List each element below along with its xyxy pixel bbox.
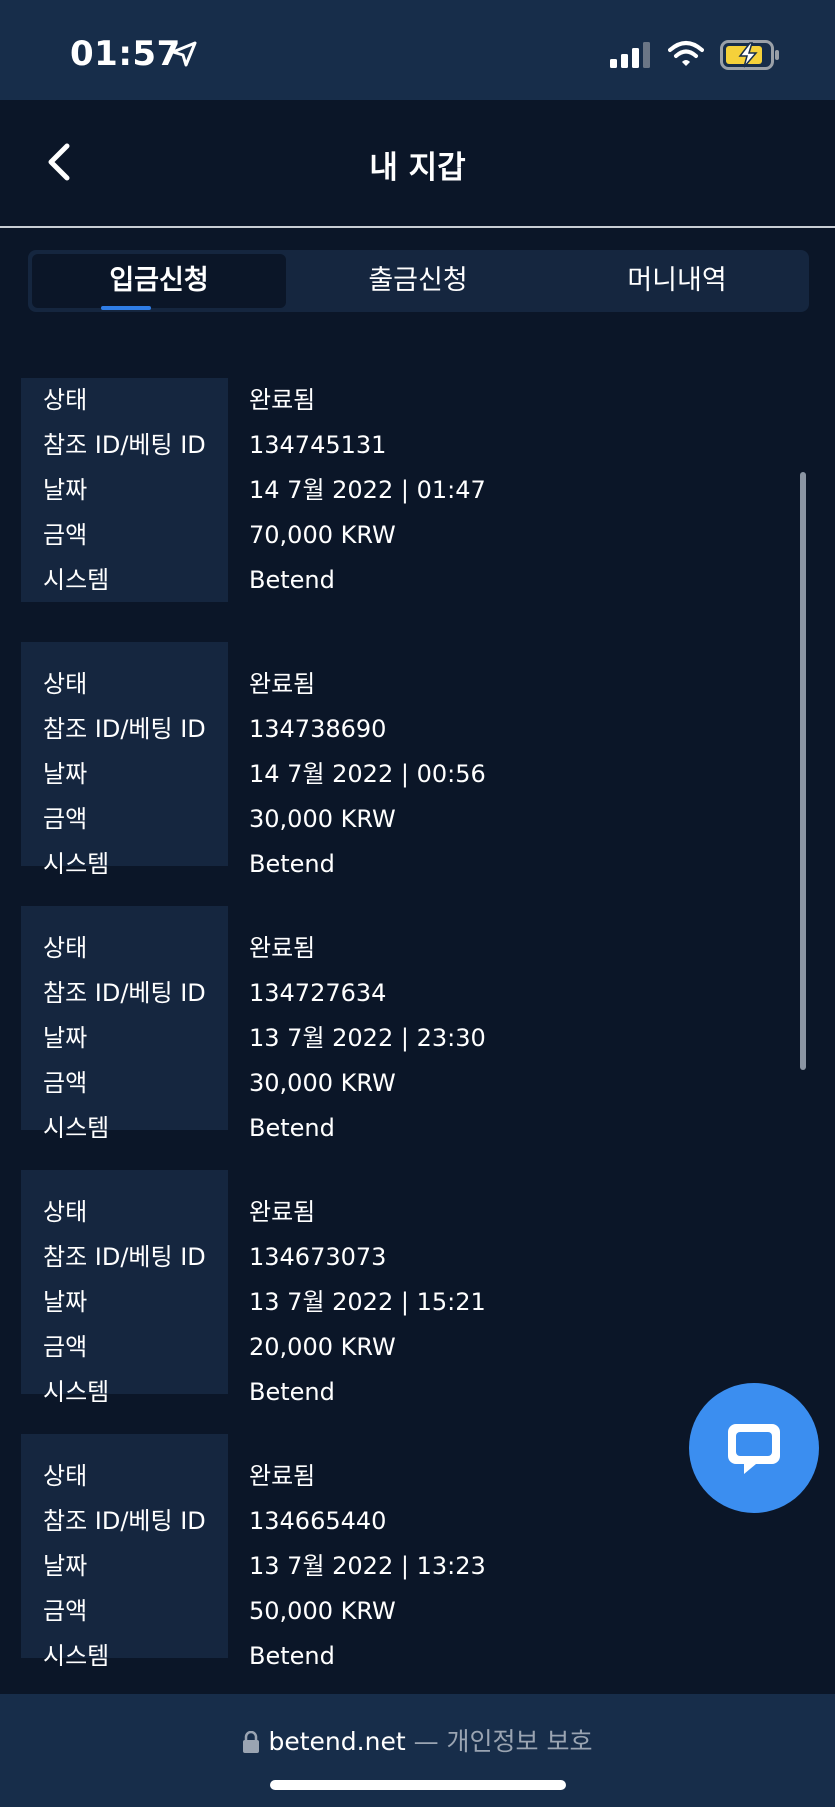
status-bar: 01:57 <box>0 0 835 100</box>
status-value: 완료됨 <box>249 670 316 698</box>
status-value: 완료됨 <box>249 386 316 414</box>
ref-id-value: 134738690 <box>249 715 387 743</box>
amount-label: 금액 <box>43 1069 88 1097</box>
active-tab-indicator <box>101 306 151 310</box>
amount-value: 30,000 KRW <box>249 805 396 833</box>
system-value: Betend <box>249 850 335 878</box>
location-arrow-icon <box>170 40 198 72</box>
transaction-list: 상태 완료됨 참조 ID/베팅 ID 134745131 날짜 14 7월 2022 … <box>21 378 801 1698</box>
transaction-card: 상태 완료됨 참조 ID/베팅 ID 134745131 날짜 14 7월 2022 … <box>21 378 801 602</box>
system-label: 시스템 <box>43 1378 110 1406</box>
date-label: 날짜 <box>43 760 88 788</box>
date-value: 13 7월 2022 | 15:21 <box>249 1288 486 1316</box>
date-label: 날짜 <box>43 476 88 504</box>
system-value: Betend <box>249 1642 335 1670</box>
transaction-card: 상태 완료됨 참조 ID/베팅 ID 134665440 날짜 13 7월 2022 … <box>21 1434 801 1670</box>
page-title: 내 지갑 <box>369 150 466 186</box>
date-label: 날짜 <box>43 1288 88 1316</box>
tab-deposit[interactable]: 입금신청 <box>32 254 286 308</box>
privacy-text: — 개인정보 보호 <box>413 1727 593 1756</box>
tab-withdraw[interactable]: 출금신청 <box>291 254 545 308</box>
status-value: 완료됨 <box>249 1462 316 1490</box>
tab-bar: 입금신청 출금신청 머니내역 <box>28 250 809 312</box>
system-value: Betend <box>249 1114 335 1142</box>
date-label: 날짜 <box>43 1552 88 1580</box>
amount-label: 금액 <box>43 521 88 549</box>
system-label: 시스템 <box>43 850 110 878</box>
wifi-icon <box>668 40 704 72</box>
cellular-signal-icon <box>610 42 654 72</box>
home-indicator <box>270 1780 566 1790</box>
live-chat-button[interactable] <box>689 1383 819 1513</box>
ref-id-value: 134673073 <box>249 1243 387 1271</box>
transaction-card: 상태 완료됨 참조 ID/베팅 ID 134738690 날짜 14 7월 2022 … <box>21 642 801 878</box>
amount-value: 30,000 KRW <box>249 1069 396 1097</box>
status-value: 완료됨 <box>249 934 316 962</box>
system-value: Betend <box>249 566 335 594</box>
date-value: 13 7월 2022 | 23:30 <box>249 1024 486 1052</box>
ref-id-label: 참조 ID/베팅 ID <box>43 431 206 459</box>
scrollbar[interactable] <box>800 472 806 1070</box>
system-label: 시스템 <box>43 566 110 594</box>
amount-label: 금액 <box>43 805 88 833</box>
status-time: 01:57 <box>70 34 181 74</box>
date-value: 14 7월 2022 | 01:47 <box>249 476 486 504</box>
system-label: 시스템 <box>43 1114 110 1142</box>
amount-label: 금액 <box>43 1333 88 1361</box>
date-value: 14 7월 2022 | 00:56 <box>249 760 486 788</box>
url-bar[interactable]: betend.net — 개인정보 보호 <box>0 1722 835 1759</box>
amount-value: 20,000 KRW <box>249 1333 396 1361</box>
lock-icon <box>242 1730 259 1759</box>
status-value: 완료됨 <box>249 1198 316 1226</box>
system-value: Betend <box>249 1378 335 1406</box>
status-label: 상태 <box>43 1198 88 1226</box>
ref-id-label: 참조 ID/베팅 ID <box>43 715 206 743</box>
ref-id-value: 134745131 <box>249 431 387 459</box>
status-label: 상태 <box>43 386 88 414</box>
ref-id-value: 134665440 <box>249 1507 387 1535</box>
system-label: 시스템 <box>43 1642 110 1670</box>
date-value: 13 7월 2022 | 13:23 <box>249 1552 486 1580</box>
amount-label: 금액 <box>43 1597 88 1625</box>
battery-charging-icon <box>720 40 780 74</box>
chat-bubble-icon <box>728 1424 780 1474</box>
ref-id-label: 참조 ID/베팅 ID <box>43 1243 206 1271</box>
status-label: 상태 <box>43 934 88 962</box>
ref-id-label: 참조 ID/베팅 ID <box>43 979 206 1007</box>
status-label: 상태 <box>43 670 88 698</box>
transaction-card: 상태 완료됨 참조 ID/베팅 ID 134673073 날짜 13 7월 2022 … <box>21 1170 801 1406</box>
ref-id-label: 참조 ID/베팅 ID <box>43 1507 206 1535</box>
amount-value: 70,000 KRW <box>249 521 396 549</box>
amount-value: 50,000 KRW <box>249 1597 396 1625</box>
url-domain: betend.net <box>268 1727 406 1756</box>
date-label: 날짜 <box>43 1024 88 1052</box>
transaction-card: 상태 완료됨 참조 ID/베팅 ID 134727634 날짜 13 7월 2022 … <box>21 906 801 1142</box>
tab-money-history[interactable]: 머니내역 <box>550 254 804 308</box>
ref-id-value: 134727634 <box>249 979 387 1007</box>
browser-footer: betend.net — 개인정보 보호 <box>0 1694 835 1807</box>
header: 내 지갑 <box>0 100 835 228</box>
status-label: 상태 <box>43 1462 88 1490</box>
